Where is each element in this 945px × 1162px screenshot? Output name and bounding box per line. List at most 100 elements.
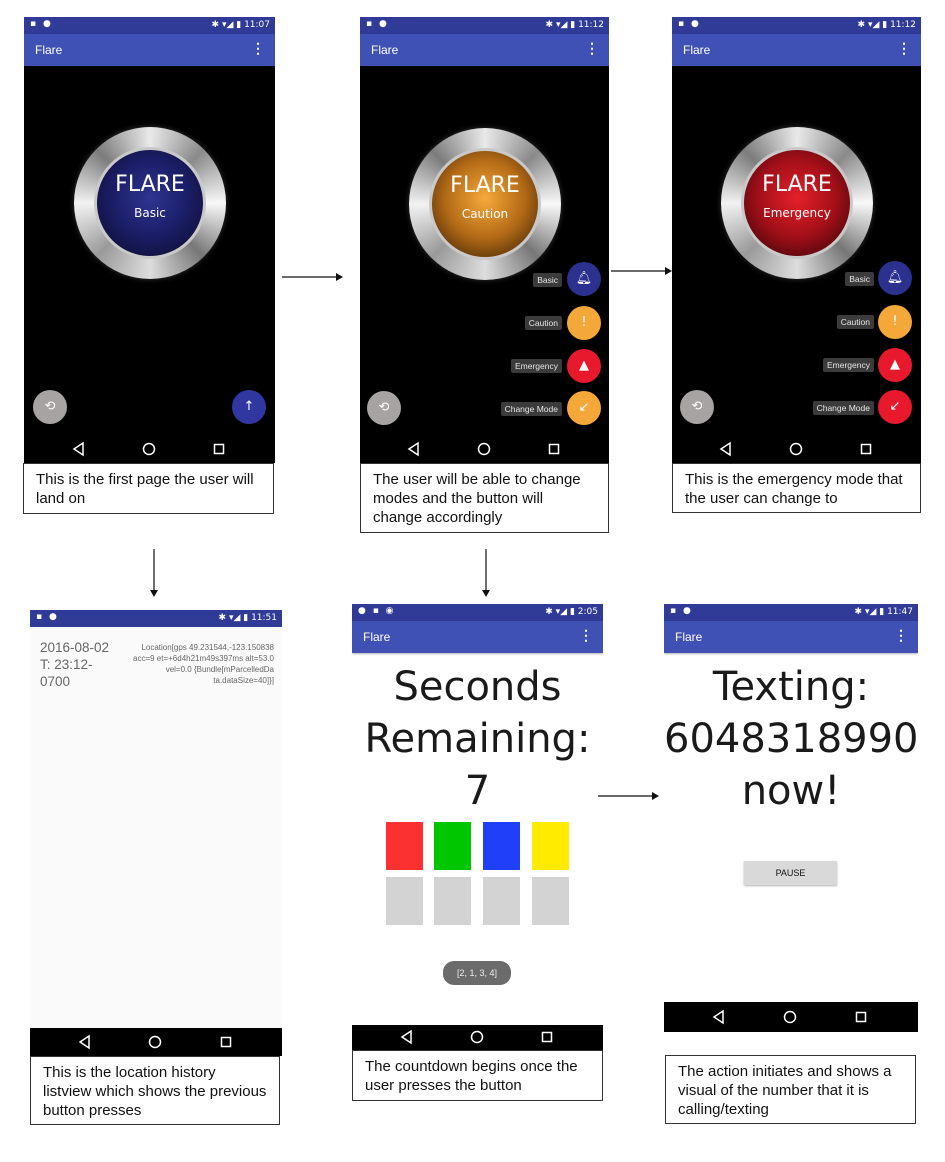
recents-icon[interactable] [544,439,564,459]
color-square-3[interactable] [483,822,520,870]
change-mode-fab[interactable]: ↙ [878,390,912,424]
home-icon[interactable] [786,439,806,459]
phone-screen-location-history: ▪ ● ✱ ▾◢ ▮ 11:51 2016-08-02 T: 23:12-070… [30,610,282,1056]
flare-button[interactable]: FLARE Emergency [721,127,873,279]
blank-square-1[interactable] [386,877,423,925]
recents-icon[interactable] [209,439,229,459]
mode-emergency-button[interactable]: ▲ [567,349,601,383]
arrow-right-3 [598,792,659,800]
back-icon[interactable] [397,1027,417,1047]
texting-now: now! [741,768,841,814]
notification-icons: ▪ ● [366,19,389,29]
recents-icon[interactable] [537,1027,557,1047]
app-title: Flare [675,630,703,644]
flare-mode-label: Caution [461,207,509,221]
color-square-1[interactable] [386,822,423,870]
recents-icon[interactable] [216,1032,236,1052]
back-icon[interactable] [716,439,736,459]
back-icon[interactable] [75,1032,95,1052]
overflow-menu-icon[interactable]: ⋮ [585,40,599,57]
phone-screen-emergency: ▪ ● ✱ ▾◢ ▮ 11:12 Flare ⋮ FLARE Emergency… [672,17,921,463]
blank-square-4[interactable] [532,877,569,925]
mode-emergency-button[interactable]: ▲ [878,348,912,382]
blank-square-2[interactable] [434,877,471,925]
status-time: ✱ ▾◢ ▮ 11:12 [545,20,604,30]
status-bar: ▪ ● ✱ ▾◢ ▮ 11:51 [30,610,282,627]
change-mode-fab[interactable]: ↙ [567,391,601,425]
flare-title: FLARE [762,172,832,197]
overflow-menu-icon[interactable]: ⋮ [579,627,593,644]
blank-square-3[interactable] [483,877,520,925]
mode-label-change-mode: Change Mode [812,401,874,415]
caption-emergency: This is the emergency mode that the user… [672,463,921,513]
app-bar: Flare ⋮ [664,621,918,653]
back-icon[interactable] [69,439,89,459]
warning-icon: ▲ [890,357,900,372]
home-icon[interactable] [474,439,494,459]
mode-label-emergency: Emergency [511,359,562,373]
mode-label-change-mode: Change Mode [500,402,562,416]
overflow-menu-icon[interactable]: ⋮ [894,627,908,644]
app-bar: Flare ⋮ [672,34,921,66]
notification-icons: ▪ ● [670,606,693,616]
history-icon: ⟲ [44,399,56,414]
recents-icon[interactable] [851,1007,871,1027]
app-bar: Flare ⋮ [360,34,609,66]
history-date: 2016-08-02 T: 23:12-0700 [40,640,110,689]
overflow-menu-icon[interactable]: ⋮ [897,40,911,57]
mode-caution-button[interactable]: ! [567,306,601,340]
status-time: ✱ ▾◢ ▮ 11:07 [211,20,270,30]
caption-history: This is the location history listview wh… [30,1056,280,1125]
mode-basic-button[interactable]: 🔔︎ [878,261,912,295]
bell-icon: 🔔︎ [575,271,593,286]
arrow-down-2 [482,549,490,597]
countdown-label-line1: Seconds [393,664,562,710]
texting-number: 6048318990 [664,716,918,762]
status-bar: ▪ ● ✱ ▾◢ ▮ 11:07 [24,17,275,34]
history-button[interactable]: ⟲ [33,390,67,424]
mode-label-caution: Caution [524,316,562,330]
countdown-value: 7 [464,768,491,814]
app-title: Flare [683,43,711,57]
flare-button-face: FLARE Caution [429,148,541,260]
status-time: ✱ ▾◢ ▮ 2:05 [545,607,598,617]
mode-label-basic: Basic [533,273,562,287]
notification-icons: ▪ ● [678,19,701,29]
app-bar: Flare ⋮ [24,34,275,66]
flare-button[interactable]: FLARE Basic [74,127,226,279]
history-button[interactable]: ⟲ [367,391,401,425]
pause-button[interactable]: PAUSE [744,861,837,885]
flare-mode-label: Emergency [763,206,831,220]
history-location: Location[gps 49.231544,-123.150838 acc=9… [133,643,274,685]
back-icon[interactable] [404,439,424,459]
flare-title: FLARE [450,173,520,198]
change-mode-fab[interactable]: ↑ [232,390,266,424]
status-time: ✱ ▾◢ ▮ 11:51 [218,613,277,623]
flare-button[interactable]: FLARE Caution [409,128,561,280]
location-history-list[interactable]: 2016-08-02 T: 23:12-0700 Location[gps 49… [30,627,282,1028]
mode-label-basic: Basic [845,272,874,286]
texting-label: Texting: [712,664,870,710]
flare-button-face: FLARE Basic [94,147,206,259]
home-icon[interactable] [139,439,159,459]
back-icon[interactable] [709,1007,729,1027]
color-square-4[interactable] [532,822,569,870]
flare-button-face: FLARE Emergency [741,147,853,259]
phone-screen-home-basic: ▪ ● ✱ ▾◢ ▮ 11:07 Flare ⋮ FLARE Basic ⟲ ↑ [24,17,275,463]
overflow-menu-icon[interactable]: ⋮ [251,40,265,57]
home-icon[interactable] [145,1032,165,1052]
app-title: Flare [371,43,399,57]
status-time: ✱ ▾◢ ▮ 11:47 [854,607,913,617]
history-button[interactable]: ⟲ [680,390,714,424]
mode-caution-button[interactable]: ! [878,305,912,339]
app-bar: Flare ⋮ [352,621,603,653]
mode-basic-button[interactable]: 🔔︎ [567,262,601,296]
home-icon[interactable] [780,1007,800,1027]
status-time: ✱ ▾◢ ▮ 11:12 [857,20,916,30]
mode-label-emergency: Emergency [823,358,874,372]
home-icon[interactable] [467,1027,487,1047]
color-square-2[interactable] [434,822,471,870]
arrow-down-1 [150,549,158,597]
recents-icon[interactable] [856,439,876,459]
bell-icon: 🔔︎ [886,270,904,285]
